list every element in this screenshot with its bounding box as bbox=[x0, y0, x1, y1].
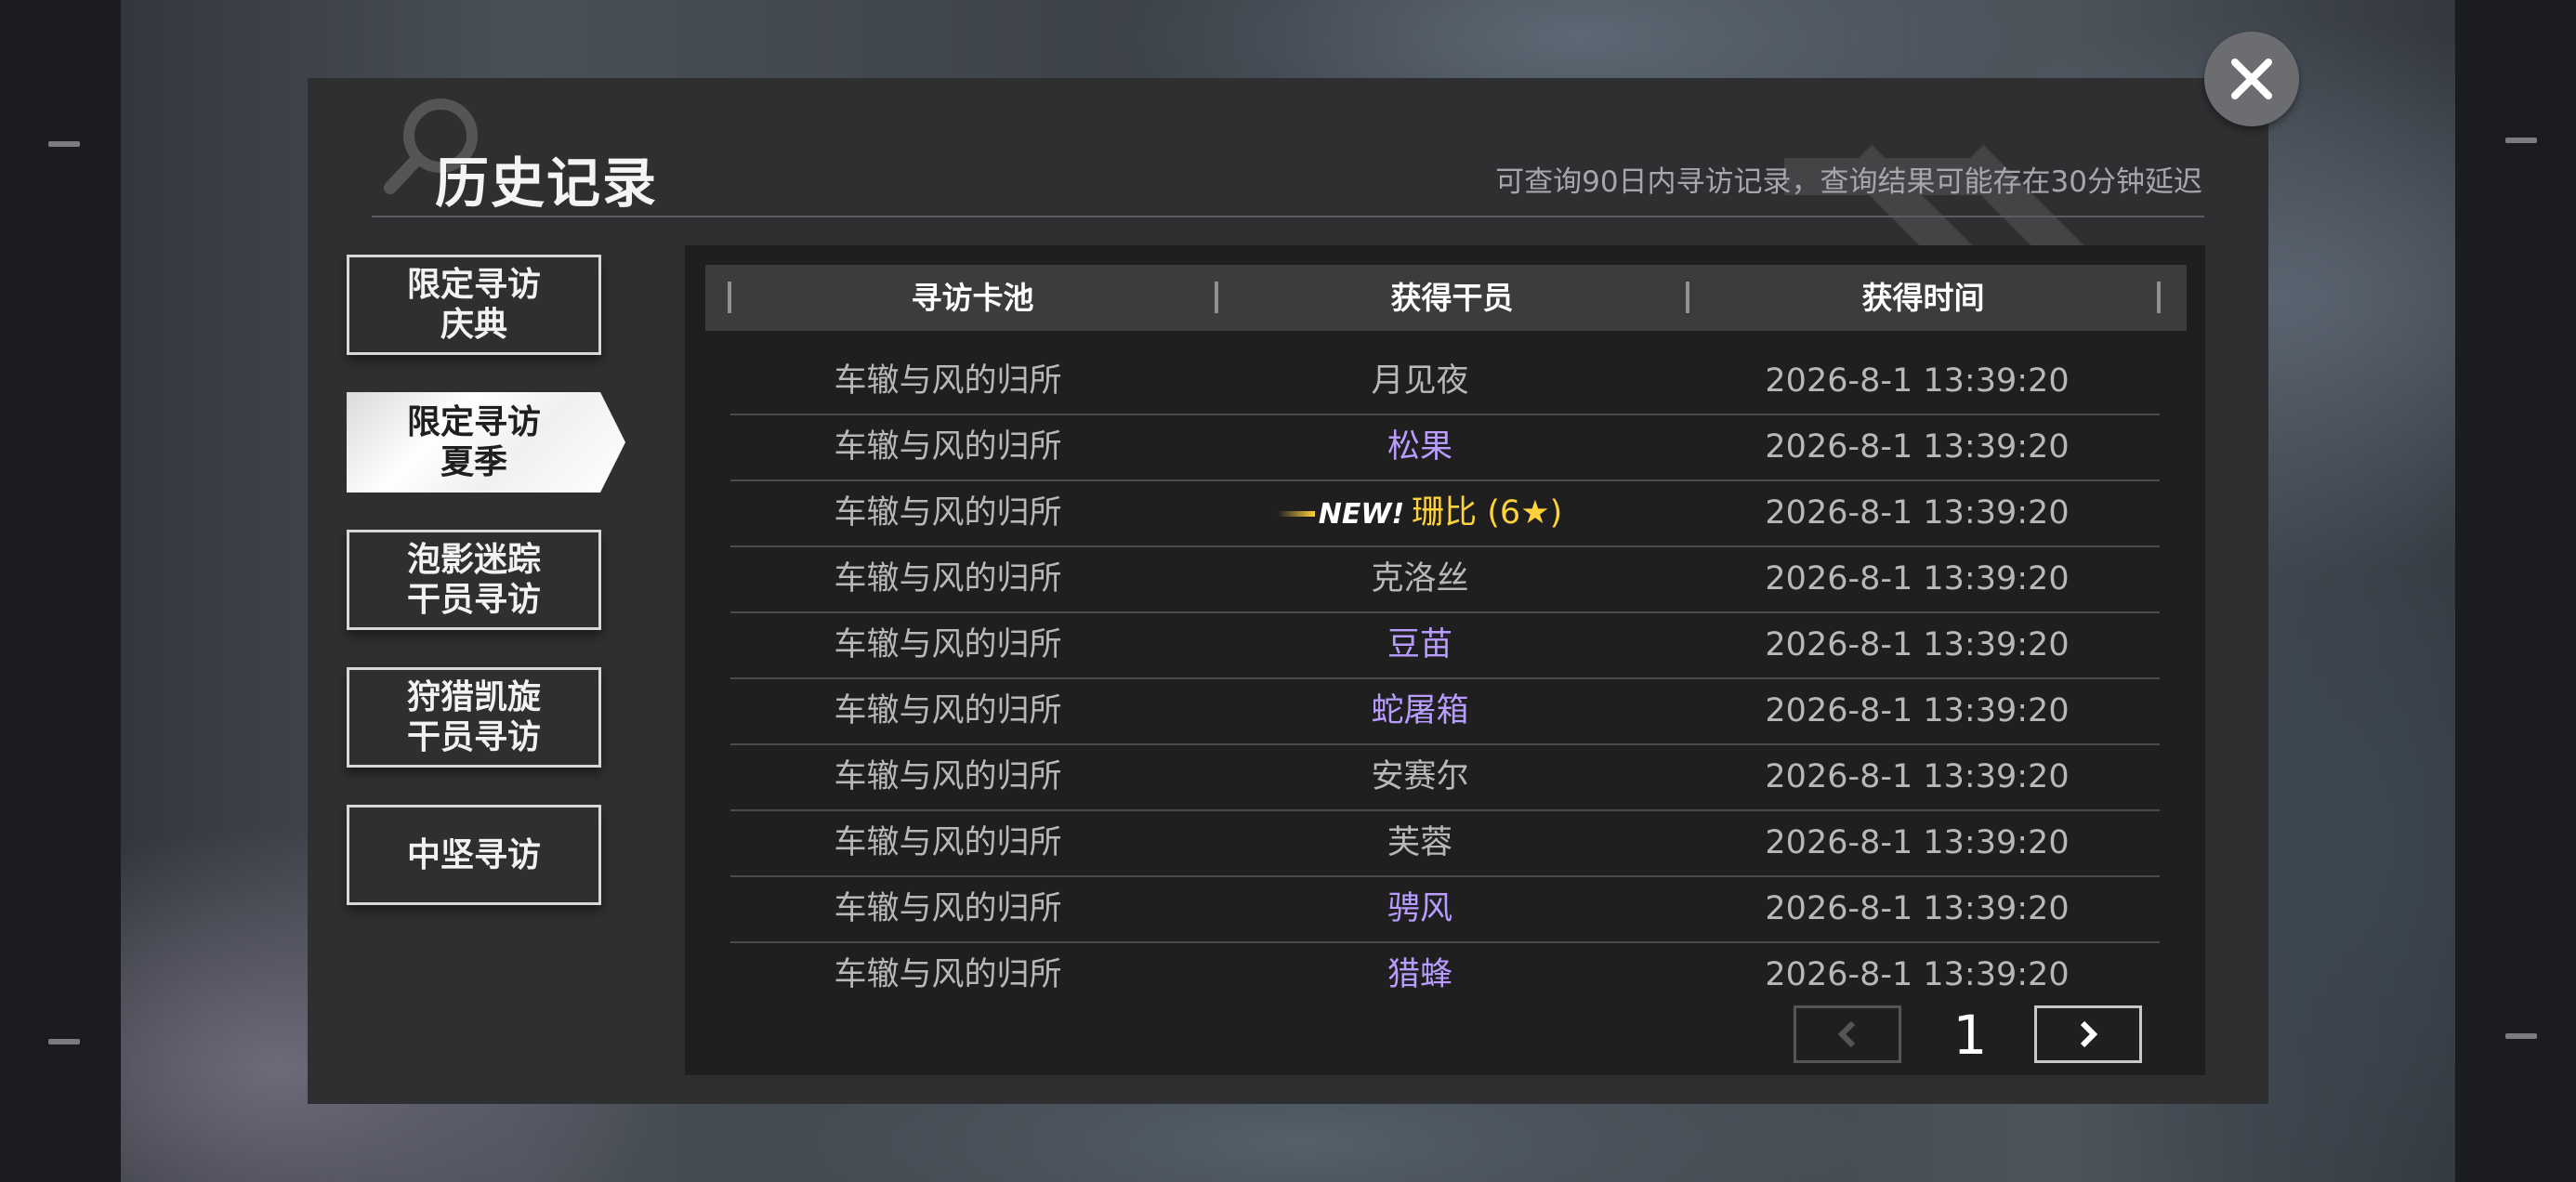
column-header-pool: 寻访卡池 bbox=[911, 280, 1034, 316]
right-frame-bar bbox=[2455, 0, 2576, 1182]
tab-limited-celebration[interactable]: 限定寻访 庆典 bbox=[347, 255, 601, 355]
next-page-button[interactable] bbox=[2034, 1005, 2142, 1063]
left-frame-bar bbox=[0, 0, 121, 1182]
cell-pool: 车辙与风的归所 bbox=[834, 824, 1062, 861]
cell-time: 2026-8-1 13:39:20 bbox=[1765, 956, 2070, 993]
chevron-right-icon bbox=[2080, 1020, 2098, 1048]
cell-time: 2026-8-1 13:39:20 bbox=[1765, 824, 2070, 861]
table-row: 车辙与风的归所 月见夜 2026-8-1 13:39:20 bbox=[730, 348, 2160, 415]
chevron-left-icon bbox=[1837, 1020, 1856, 1048]
frame-tick bbox=[2505, 138, 2537, 143]
tab-label: 限定寻访 夏季 bbox=[406, 403, 541, 481]
cell-time: 2026-8-1 13:39:20 bbox=[1765, 692, 2070, 729]
header-separator bbox=[2157, 282, 2161, 313]
frame-tick bbox=[2505, 1033, 2537, 1039]
cell-pool: 车辙与风的归所 bbox=[834, 758, 1062, 795]
cell-time: 2026-8-1 13:39:20 bbox=[1765, 890, 2070, 927]
cell-time: 2026-8-1 13:39:20 bbox=[1765, 626, 2070, 663]
tab-label: 限定寻访 庆典 bbox=[406, 266, 541, 344]
table-row: 车辙与风的归所 芙蓉 2026-8-1 13:39:20 bbox=[730, 810, 2160, 877]
tab-label: 狩猎凯旋 干员寻访 bbox=[406, 678, 541, 756]
prev-page-button[interactable] bbox=[1794, 1005, 1901, 1063]
table-row: 车辙与风的归所 蛇屠箱 2026-8-1 13:39:20 bbox=[730, 678, 2160, 745]
cell-operator: 月见夜 bbox=[1371, 362, 1469, 400]
cell-operator: 猎蜂 bbox=[1387, 956, 1452, 993]
table-header: 寻访卡池 获得干员 获得时间 bbox=[705, 265, 2187, 331]
cell-operator: NEW! 珊比 (6★) bbox=[1165, 480, 1675, 545]
cell-operator: 松果 bbox=[1387, 428, 1452, 466]
query-notice: 可查询90日内寻访记录，查询结果可能存在30分钟延迟 bbox=[1495, 165, 2202, 199]
cell-operator: 豆苗 bbox=[1387, 626, 1452, 663]
cell-time: 2026-8-1 13:39:20 bbox=[1765, 362, 2070, 400]
cell-operator: 芙蓉 bbox=[1387, 824, 1452, 861]
tab-hunting-triumph[interactable]: 狩猎凯旋 干员寻访 bbox=[347, 667, 601, 768]
column-header-time: 获得时间 bbox=[1861, 280, 1985, 316]
tab-limited-summer[interactable]: 限定寻访 夏季 bbox=[347, 392, 625, 492]
cell-time: 2026-8-1 13:39:20 bbox=[1765, 560, 2070, 598]
tab-label: 泡影迷踪 干员寻访 bbox=[406, 541, 541, 619]
table-row: 车辙与风的归所 安赛尔 2026-8-1 13:39:20 bbox=[730, 744, 2160, 811]
cell-pool: 车辙与风的归所 bbox=[834, 362, 1062, 400]
tab-bubble-trace[interactable]: 泡影迷踪 干员寻访 bbox=[347, 530, 601, 630]
table-row: 车辙与风的归所 松果 2026-8-1 13:39:20 bbox=[730, 414, 2160, 481]
cell-time: 2026-8-1 13:39:20 bbox=[1765, 758, 2070, 795]
cell-pool: 车辙与风的归所 bbox=[834, 560, 1062, 598]
cell-time: 2026-8-1 13:39:20 bbox=[1765, 428, 2070, 466]
cell-pool: 车辙与风的归所 bbox=[834, 494, 1062, 532]
cell-operator: 克洛丝 bbox=[1371, 560, 1469, 598]
title-divider bbox=[372, 216, 2204, 217]
cell-pool: 车辙与风的归所 bbox=[834, 890, 1062, 927]
cell-operator: 蛇屠箱 bbox=[1371, 692, 1469, 729]
cell-pool: 车辙与风的归所 bbox=[834, 626, 1062, 663]
table-row: 车辙与风的归所 NEW! 珊比 (6★) 2026-8-1 13:39:20 bbox=[730, 480, 2160, 547]
close-icon bbox=[2231, 59, 2272, 99]
cell-time: 2026-8-1 13:39:20 bbox=[1765, 494, 2070, 532]
frame-tick bbox=[48, 141, 80, 147]
operator-name: 珊比 (6★) bbox=[1412, 494, 1563, 532]
new-streak-decoration bbox=[1277, 511, 1315, 517]
cell-pool: 车辙与风的归所 bbox=[834, 956, 1062, 993]
new-badge: NEW! bbox=[1318, 498, 1405, 531]
page-title: 历史记录 bbox=[435, 151, 659, 215]
cell-operator: 安赛尔 bbox=[1371, 758, 1469, 795]
table-row: 车辙与风的归所 豆苗 2026-8-1 13:39:20 bbox=[730, 612, 2160, 679]
tab-standard[interactable]: 中坚寻访 bbox=[347, 805, 601, 905]
tab-label: 中坚寻访 bbox=[406, 835, 541, 874]
page-number: 1 bbox=[1952, 1004, 1988, 1067]
close-button[interactable] bbox=[2204, 32, 2299, 126]
frame-tick bbox=[48, 1039, 80, 1044]
cell-pool: 车辙与风的归所 bbox=[834, 692, 1062, 729]
table-row: 车辙与风的归所 骋风 2026-8-1 13:39:20 bbox=[730, 876, 2160, 943]
cell-operator: 骋风 bbox=[1387, 890, 1452, 927]
table-row: 车辙与风的归所 克洛丝 2026-8-1 13:39:20 bbox=[730, 546, 2160, 613]
cell-pool: 车辙与风的归所 bbox=[834, 428, 1062, 466]
table-row: 车辙与风的归所 猎蜂 2026-8-1 13:39:20 bbox=[730, 942, 2160, 1007]
column-header-operator: 获得干员 bbox=[1390, 280, 1514, 316]
